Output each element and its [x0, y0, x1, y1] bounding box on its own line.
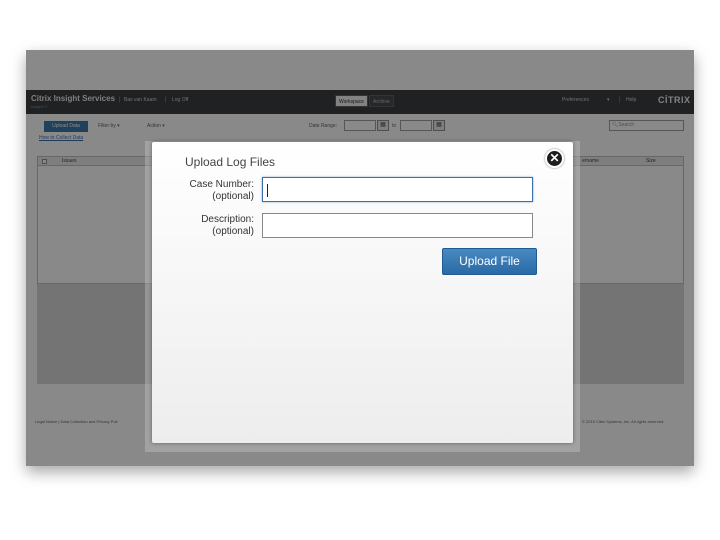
upload-file-button[interactable]: Upload File	[442, 248, 537, 275]
case-number-label-text: Case Number:	[189, 179, 254, 190]
description-label-text: Description:	[201, 214, 254, 225]
case-number-label: Case Number: (optional)	[152, 179, 254, 203]
case-number-input[interactable]	[262, 177, 533, 202]
description-input[interactable]	[262, 213, 533, 238]
description-label: Description: (optional)	[152, 214, 254, 238]
description-optional-text: (optional)	[212, 226, 254, 237]
case-number-optional-text: (optional)	[212, 191, 254, 202]
close-icon[interactable]: ✕	[545, 149, 564, 168]
dialog-title: Upload Log Files	[185, 155, 276, 169]
upload-dialog: Upload Log Files Case Number: (optional)…	[152, 142, 573, 443]
text-caret	[267, 184, 268, 197]
